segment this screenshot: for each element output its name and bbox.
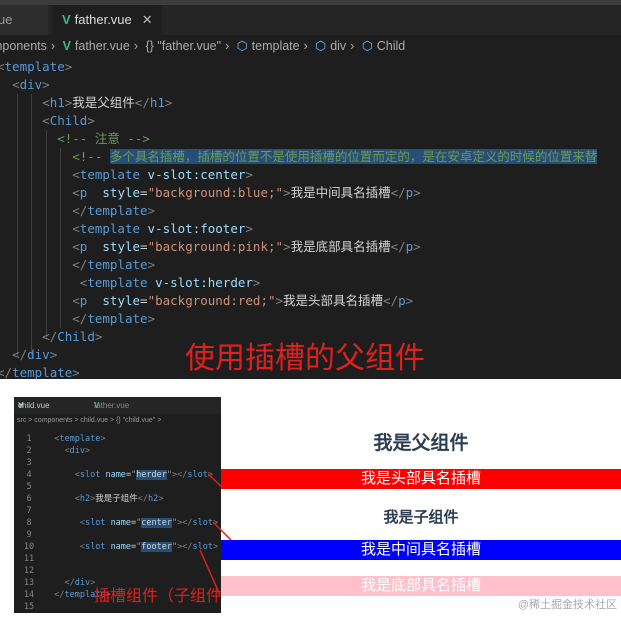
watermark: @稀土掘金技术社区 bbox=[517, 599, 617, 611]
arrow bbox=[207, 473, 223, 488]
arrow bbox=[199, 549, 221, 596]
arrow bbox=[212, 521, 232, 541]
annotation-arrows bbox=[199, 473, 232, 596]
